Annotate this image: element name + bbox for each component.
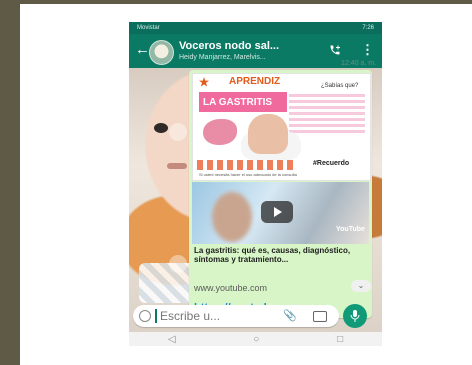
person-illustration (248, 114, 288, 154)
message-placeholder: Escribe u... (160, 309, 221, 323)
camera-icon[interactable] (313, 311, 327, 322)
chat-title[interactable]: Voceros nodo sal... (179, 40, 279, 52)
poster-heading: APRENDIZ (229, 76, 281, 87)
text-cursor (155, 309, 157, 323)
emoji-icon[interactable] (139, 310, 151, 322)
pill-row (197, 160, 293, 170)
video-thumbnail[interactable]: YouTube (192, 182, 369, 244)
poster-question: ¿Sabías que? (321, 83, 359, 89)
video-blur (212, 192, 252, 242)
scroll-down-button[interactable]: ⌄ (351, 280, 371, 292)
status-bar: Movistar 7:26 (129, 22, 382, 34)
carrier-label: Movistar (137, 25, 160, 31)
forward-icon[interactable] (169, 123, 187, 141)
poster-remember: #Recuerdo (313, 160, 350, 167)
phone-screen: Movistar 7:26 ← Voceros nodo sal... Heid… (129, 22, 382, 346)
poster-info-text (289, 94, 365, 134)
youtube-logo: YouTube (336, 226, 365, 233)
add-call-icon[interactable] (329, 44, 341, 56)
poster-footer: Si usted necesita hacer el uso adecuado … (199, 172, 297, 177)
poster-image[interactable]: APRENDIZ ¿Sabías que? LA GASTRITIS #Recu… (192, 73, 371, 181)
message-bubble[interactable]: APRENDIZ ¿Sabías que? LA GASTRITIS #Recu… (189, 70, 372, 318)
message-time: 12:40 a. m. (341, 60, 377, 67)
paperclip-icon[interactable]: 📎 (283, 309, 297, 322)
wallpaper-mouth (167, 163, 187, 169)
wallpaper-eye (154, 123, 168, 133)
photo-frame-top (0, 0, 472, 4)
recent-nav-icon[interactable]: □ (337, 334, 343, 345)
message-input[interactable]: Escribe u... 📎 (133, 305, 339, 327)
status-time: 7:26 (362, 25, 374, 31)
more-vert-icon[interactable]: ⋮ (361, 43, 374, 56)
star-logo-icon (199, 77, 209, 87)
home-nav-icon[interactable]: ○ (253, 334, 259, 345)
group-avatar[interactable] (149, 40, 174, 65)
android-navbar: ◁ ○ □ (129, 332, 382, 346)
photo-frame-left (0, 0, 20, 365)
play-icon[interactable] (261, 201, 293, 223)
stomach-illustration (203, 119, 237, 145)
link-preview-title[interactable]: La gastritis: qué es, causas, diagnóstic… (194, 246, 366, 264)
back-arrow-icon[interactable]: ← (135, 42, 150, 57)
microphone-icon[interactable] (343, 304, 367, 328)
poster-topic: LA GASTRITIS (199, 92, 287, 112)
back-nav-icon[interactable]: ◁ (168, 334, 176, 345)
link-preview-domain: www.youtube.com (194, 283, 268, 293)
forward-icon-2[interactable] (169, 255, 187, 273)
chat-subtitle[interactable]: Heidy Manjarrez, Marelvis... (179, 54, 266, 61)
